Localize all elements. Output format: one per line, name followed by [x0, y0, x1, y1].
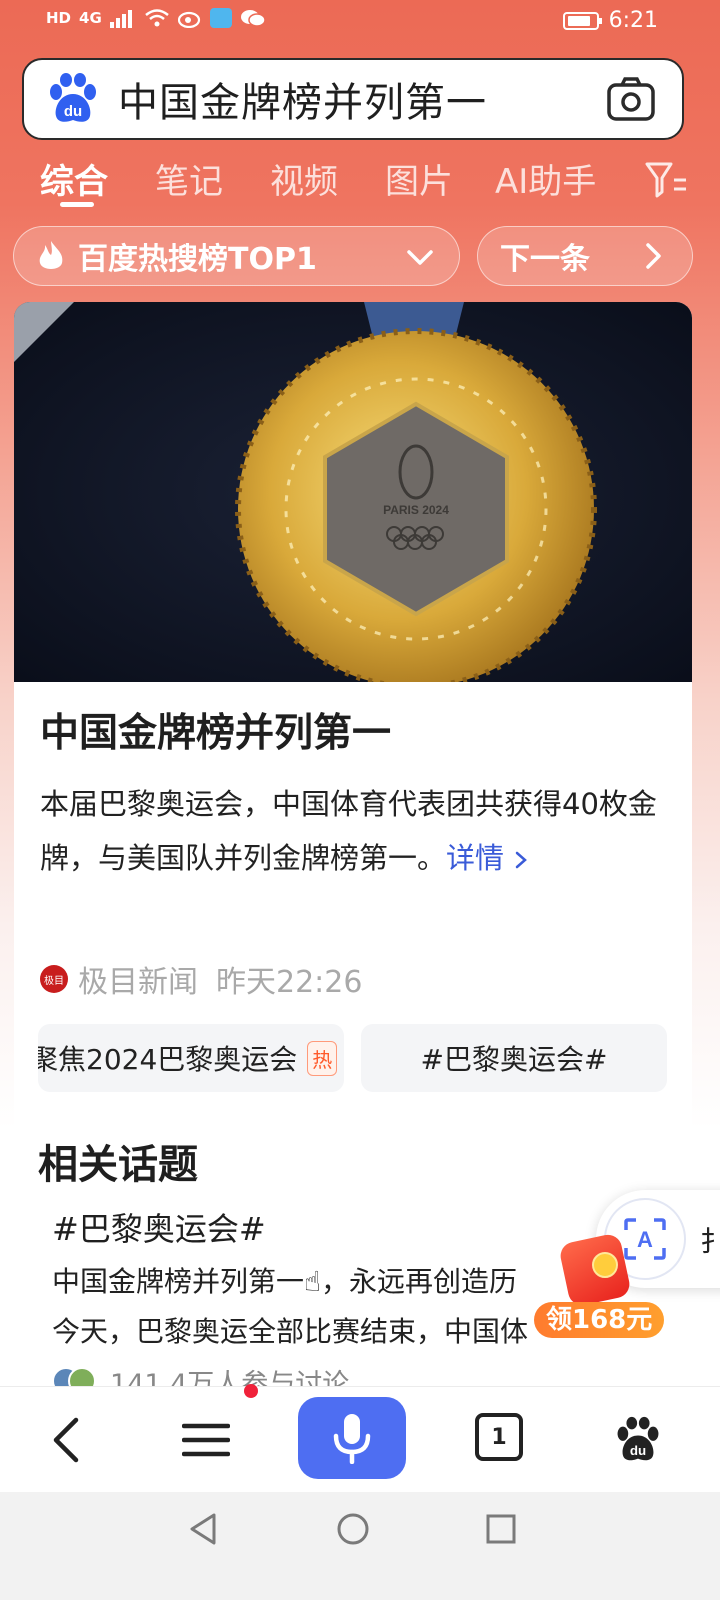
- search-query-text[interactable]: 中国金牌榜并列第一: [118, 70, 487, 128]
- app-notification-icon: [209, 8, 232, 28]
- baidu-paw-icon[interactable]: du: [614, 1416, 662, 1464]
- back-arrow-icon[interactable]: [48, 1416, 84, 1464]
- menu-notification-dot: [244, 1384, 258, 1398]
- result-card: PARIS 2024 中国金牌榜并列第一 本届巴黎奥运会，中国体育代表团共获得4…: [14, 302, 692, 1402]
- hot-rank-selector[interactable]: 百度热搜榜TOP1: [13, 226, 460, 286]
- svg-text:du: du: [630, 1443, 646, 1458]
- related-topics-title: 相关话题: [38, 1142, 198, 1188]
- topic-chip-label: #巴黎奥运会#: [420, 1043, 608, 1076]
- news-source[interactable]: 极目 极目新闻 昨天22:26: [40, 957, 362, 1001]
- battery-icon: [562, 11, 602, 30]
- chevron-down-icon: [407, 250, 433, 265]
- tab-images[interactable]: 图片: [385, 154, 453, 203]
- flame-icon: [39, 241, 63, 269]
- floating-edge-text: 扌: [700, 1225, 720, 1258]
- red-packet-reward[interactable]: 领168元: [534, 1232, 665, 1338]
- next-item-label: 下一条: [500, 242, 590, 277]
- svg-text:du: du: [64, 103, 82, 120]
- red-packet-label[interactable]: 领168元: [534, 1302, 665, 1338]
- filter-icon[interactable]: [644, 158, 688, 202]
- network-type-indicator: 4G: [79, 9, 102, 27]
- voice-search-button[interactable]: [298, 1397, 406, 1479]
- system-home-icon[interactable]: [336, 1512, 370, 1546]
- tab-general[interactable]: 综合: [40, 154, 108, 203]
- topic-chip-olympics[interactable]: #巴黎奥运会#: [361, 1024, 667, 1092]
- wechat-icon: [240, 10, 266, 27]
- topic-chip-focus[interactable]: 聚焦2024巴黎奥运会 热: [38, 1024, 344, 1092]
- source-name: 极目新闻: [78, 965, 198, 1000]
- related-topic-snippet[interactable]: 中国金牌榜并列第一☝，永远再创造历: [52, 1260, 517, 1300]
- tab-notes[interactable]: 笔记: [155, 154, 223, 203]
- tab-ai-assistant[interactable]: AI助手: [495, 154, 596, 203]
- tab-switcher-button[interactable]: 1: [475, 1413, 523, 1461]
- baidu-paw-logo[interactable]: du: [46, 72, 100, 126]
- hd-indicator: HD: [46, 9, 72, 27]
- related-topic-name[interactable]: #巴黎奥运会#: [52, 1204, 266, 1250]
- coin-icon: [592, 1252, 618, 1278]
- topic-chip-label: 聚焦2024巴黎奥运会: [38, 1043, 298, 1076]
- card-title[interactable]: 中国金牌榜并列第一: [40, 702, 391, 758]
- menu-button[interactable]: [176, 1405, 236, 1475]
- status-right: 6:21: [562, 8, 658, 33]
- system-back-icon[interactable]: [186, 1512, 220, 1546]
- baidu-home-button[interactable]: du: [608, 1405, 668, 1475]
- signal-icon: [109, 10, 132, 28]
- microphone-icon[interactable]: [332, 1412, 372, 1464]
- bottom-nav: 1 du: [0, 1386, 720, 1492]
- detail-link-label[interactable]: 详情: [446, 841, 504, 875]
- card-description-text: 本届巴黎奥运会，中国体育代表团共获得40枚金牌，与美国队并列金牌榜第一。: [40, 787, 657, 875]
- related-topic-snippet[interactable]: 今天，巴黎奥运全部比赛结束，中国体: [52, 1310, 528, 1350]
- hot-rank-label: 百度热搜榜TOP1: [78, 242, 317, 277]
- back-button[interactable]: [36, 1405, 96, 1475]
- source-logo: 极目: [40, 965, 68, 993]
- chevron-right-small-icon[interactable]: [513, 848, 529, 872]
- system-recents-icon[interactable]: [486, 1514, 516, 1544]
- hot-tag: 热: [307, 1040, 338, 1076]
- tab-video[interactable]: 视频: [270, 154, 338, 203]
- search-box[interactable]: du 中国金牌榜并列第一: [22, 58, 684, 140]
- gold-medal-image[interactable]: PARIS 2024: [14, 302, 692, 682]
- active-tab-indicator: [60, 202, 94, 207]
- search-tabs: 综合 笔记 视频 图片 AI助手: [0, 150, 720, 210]
- medal-inscription: PARIS 2024: [383, 503, 449, 517]
- system-nav-bar: [0, 1492, 720, 1600]
- next-item-button[interactable]: 下一条: [477, 226, 693, 286]
- card-description: 本届巴黎奥运会，中国体育代表团共获得40枚金牌，与美国队并列金牌榜第一。详情: [40, 777, 660, 885]
- wifi-icon: [144, 9, 169, 27]
- source-time: 昨天22:26: [216, 965, 363, 1000]
- menu-icon[interactable]: [182, 1420, 230, 1460]
- status-indicators: HD 4G: [46, 8, 266, 28]
- chevron-right-icon: [646, 243, 661, 269]
- weibo-icon: [177, 11, 200, 28]
- detail-link[interactable]: 详情: [446, 841, 529, 875]
- camera-icon[interactable]: [606, 76, 656, 122]
- status-bar: HD 4G 6:21: [0, 0, 720, 44]
- clock: 6:21: [608, 8, 658, 33]
